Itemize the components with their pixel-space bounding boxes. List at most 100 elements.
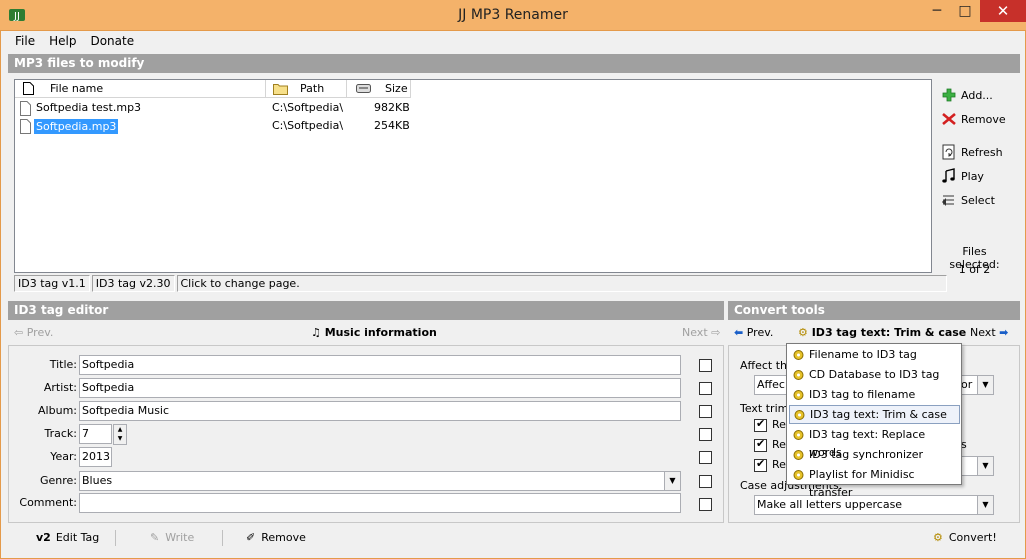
tab-id3v2[interactable]: ID3 tag v2.30 [91, 275, 175, 292]
table-row[interactable]: Softpedia test.mp3 C:\Softpedia\ 982KB [15, 99, 931, 117]
track-input[interactable]: 7 [79, 424, 112, 444]
write-label: Write [165, 531, 195, 544]
menu-item-id3-to-filename[interactable]: ID3 tag to filename [789, 386, 960, 405]
column-label: Size [385, 82, 408, 95]
comment-checkbox[interactable] [699, 498, 712, 511]
edit-tag-button[interactable]: v2 Edit Tag [36, 529, 99, 547]
column-header-filename[interactable]: File name [15, 80, 266, 98]
select-button[interactable]: Select [940, 191, 995, 209]
gear-icon [793, 450, 804, 460]
chevron-down-icon[interactable]: ▼ [977, 376, 993, 394]
gear-icon: ⚙ [933, 531, 943, 544]
trim-option-3-checkbox[interactable] [754, 457, 767, 472]
refresh-label: Refresh [961, 145, 1003, 159]
convert-label: Convert! [948, 531, 997, 544]
menu-help[interactable]: Help [42, 33, 83, 51]
track-label: Track: [44, 427, 78, 440]
convert-prev-button[interactable]: ⬅ Prev. [734, 324, 773, 342]
menu-item-label: Filename to ID3 tag [809, 348, 917, 361]
genre-select[interactable]: Blues ▼ [79, 471, 681, 491]
genre-value: Blues [82, 474, 113, 487]
file-path: C:\Softpedia\ [272, 119, 344, 132]
menu-item-cd-database[interactable]: CD Database to ID3 tag [789, 366, 960, 385]
affect-label: Affect thi [740, 359, 791, 372]
album-input[interactable]: Softpedia Music [79, 401, 681, 421]
menu-item-filename-to-id3[interactable]: Filename to ID3 tag [789, 346, 960, 365]
title-checkbox[interactable] [699, 359, 712, 372]
close-button[interactable]: ✕ [980, 0, 1026, 22]
title-input[interactable]: Softpedia [79, 355, 681, 375]
trim-option-2-checkbox[interactable] [754, 437, 767, 452]
gear-icon [793, 390, 804, 400]
files-selected-value: 1 of 2 [958, 263, 991, 276]
eraser-icon: ✐ [246, 531, 256, 544]
column-header-size[interactable]: Size [347, 80, 411, 98]
remove-tag-button[interactable]: ✐ Remove [246, 529, 306, 547]
menu-item-replace-words[interactable]: ID3 tag text: Replace words [789, 426, 960, 459]
album-label: Album: [38, 404, 77, 417]
chevron-down-icon[interactable]: ▼ [977, 457, 993, 475]
album-checkbox[interactable] [699, 405, 712, 418]
case-select[interactable]: Make all letters uppercase ▼ [754, 495, 994, 515]
menu-item-playlist[interactable]: Playlist for Minidisc transfer [789, 466, 960, 499]
toolbar-separator [222, 530, 223, 546]
remove-button[interactable]: Remove [940, 110, 1006, 128]
menu-item-synchronizer[interactable]: ID3 tag synchronizer [789, 446, 960, 465]
folder-icon [273, 84, 288, 95]
comment-label: Comment: [19, 496, 77, 509]
menu-item-label: ID3 tag to filename [809, 388, 916, 401]
play-label: Play [961, 169, 984, 183]
column-header-path[interactable]: Path [266, 80, 347, 98]
music-note-icon: ♫ [311, 326, 321, 339]
convert-tools-menu: Filename to ID3 tag CD Database to ID3 t… [786, 343, 962, 499]
convert-tool-selector[interactable]: ⚙ ID3 tag text: Trim & case [798, 324, 966, 342]
convert-button[interactable]: ⚙ Convert! [933, 529, 997, 547]
editor-prev-label: Prev. [26, 326, 54, 339]
title-label: Title: [49, 358, 77, 371]
write-button[interactable]: ✎ Write [150, 529, 194, 547]
x-icon [942, 113, 956, 125]
menu-item-label: ID3 tag text: Trim & case [810, 408, 947, 421]
comment-input[interactable] [79, 493, 681, 513]
menu-item-trim-case[interactable]: ID3 tag text: Trim & case [789, 405, 960, 424]
editor-prev-button[interactable]: ⇦ Prev. [14, 324, 53, 342]
minimize-button[interactable]: ─ [924, 0, 950, 22]
maximize-button[interactable]: □ [952, 0, 978, 22]
mp3-file-icon [20, 101, 31, 116]
convert-page-label: ID3 tag text: Trim & case [811, 326, 967, 339]
trim-option-1-checkbox[interactable] [754, 417, 767, 432]
remove-label: Remove [961, 112, 1006, 126]
artist-input[interactable]: Softpedia [79, 378, 681, 398]
gear-icon [793, 370, 804, 380]
chevron-down-icon[interactable]: ▼ [977, 496, 993, 514]
convert-next-button[interactable]: Next ➡ [970, 324, 1008, 342]
add-button[interactable]: Add... [940, 86, 993, 104]
year-input[interactable]: 2013 [79, 447, 112, 467]
trim-label: Text trimi [740, 402, 792, 415]
plus-icon [942, 88, 956, 102]
toolbar-separator [115, 530, 116, 546]
gear-icon: ⚙ [798, 326, 808, 339]
editor-section-header: ID3 tag editor [8, 301, 724, 320]
refresh-button[interactable]: Refresh [940, 143, 1003, 161]
genre-checkbox[interactable] [699, 475, 712, 488]
add-label: Add... [961, 88, 993, 102]
artist-checkbox[interactable] [699, 382, 712, 395]
tab-id3v1[interactable]: ID3 tag v1.1 [14, 275, 90, 292]
menu-donate[interactable]: Donate [83, 33, 141, 51]
menu-item-label: ID3 tag synchronizer [809, 448, 924, 461]
year-checkbox[interactable] [699, 451, 712, 464]
file-size: 982KB [374, 101, 410, 114]
mp3-file-icon [20, 119, 31, 134]
file-list[interactable]: File name Path Size Softpedia test.mp3 C… [14, 79, 932, 273]
menu-file[interactable]: File [8, 33, 42, 51]
left-arrow-icon: ⇦ [14, 326, 24, 339]
convert-next-label: Next [970, 326, 996, 339]
track-stepper[interactable]: ▲ ▼ [113, 424, 127, 445]
play-button[interactable]: Play [940, 167, 984, 185]
table-row[interactable]: Softpedia.mp3 C:\Softpedia\ 254KB [15, 117, 931, 135]
track-checkbox[interactable] [699, 428, 712, 441]
chevron-down-icon[interactable]: ▼ [664, 472, 680, 490]
editor-next-button[interactable]: Next ⇨ [682, 324, 720, 342]
convert-prev-label: Prev. [746, 326, 774, 339]
